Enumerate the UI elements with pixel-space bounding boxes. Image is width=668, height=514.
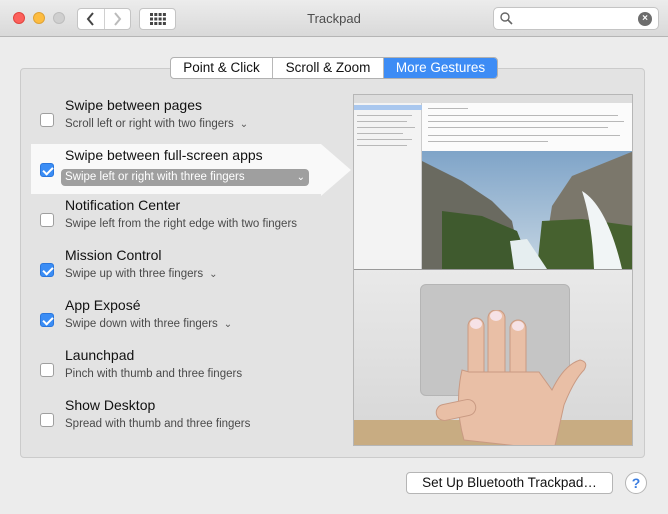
gesture-subtitle: Swipe left or right with three fingers [65, 171, 245, 183]
preview-landscape-image [422, 151, 632, 269]
gesture-title: Show Desktop [65, 397, 156, 413]
gesture-subtitle: Swipe down with three fingers [65, 318, 218, 330]
chevron-down-icon: ⌄ [223, 319, 233, 330]
help-button[interactable]: ? [625, 472, 647, 494]
chevron-down-icon: ⌄ [296, 172, 305, 183]
gesture-title: Mission Control [65, 247, 162, 263]
gesture-option-popup[interactable]: Swipe left or right with three fingers ⌄ [61, 169, 309, 186]
checkbox-swipe-between-pages[interactable] [40, 113, 54, 127]
gesture-title: Notification Center [65, 197, 181, 213]
title-bar: Trackpad × [0, 0, 668, 37]
gesture-subtitle: Spread with thumb and three fingers [65, 418, 251, 430]
gesture-option-popup[interactable]: Swipe up with three fingers ⌄ [65, 268, 217, 280]
clear-icon[interactable]: × [638, 12, 652, 26]
chevron-down-icon: ⌄ [209, 269, 218, 280]
gesture-title: App Exposé [65, 297, 141, 313]
gesture-row-swipe-between-pages[interactable]: Swipe between pages Scroll left or right… [31, 94, 321, 144]
gesture-title: Swipe between pages [65, 97, 202, 113]
setup-bluetooth-trackpad-button[interactable]: Set Up Bluetooth Trackpad… [406, 472, 613, 494]
gesture-title: Swipe between full-screen apps [65, 147, 263, 163]
gesture-row-show-desktop[interactable]: Show Desktop Spread with thumb and three… [31, 394, 321, 444]
checkbox-launchpad[interactable] [40, 363, 54, 377]
preview-trackpad-area [354, 269, 632, 445]
tab-point-and-click[interactable]: Point & Click [171, 58, 272, 78]
tab-scroll-and-zoom[interactable]: Scroll & Zoom [272, 58, 383, 78]
gesture-subtitle: Pinch with thumb and three fingers [65, 368, 243, 380]
gesture-subtitle: Swipe left from the right edge with two … [65, 218, 298, 230]
gesture-option-popup[interactable]: Swipe down with three fingers ⌄ [65, 318, 232, 330]
checkbox-swipe-between-full-screen-apps[interactable] [40, 163, 54, 177]
tab-bar: Point & Click Scroll & Zoom More Gesture… [170, 57, 498, 79]
gesture-row-swipe-between-full-screen-apps[interactable]: Swipe between full-screen apps Swipe lef… [31, 144, 321, 194]
search-icon [500, 12, 513, 25]
hand-icon [435, 310, 587, 445]
search-input[interactable] [518, 10, 630, 27]
tab-more-gestures[interactable]: More Gestures [383, 58, 497, 78]
gesture-subtitle: Swipe up with three fingers [65, 268, 204, 280]
checkbox-show-desktop[interactable] [40, 413, 54, 427]
gesture-row-mission-control[interactable]: Mission Control Swipe up with three fing… [31, 244, 321, 294]
preview-message-list [354, 151, 422, 269]
preview-mail-window [354, 95, 632, 151]
gesture-option-popup[interactable]: Scroll left or right with two fingers ⌄ [65, 118, 248, 130]
chevron-down-icon: ⌄ [239, 119, 249, 130]
selection-pointer [321, 144, 351, 196]
gesture-row-notification-center[interactable]: Notification Center Swipe left from the … [31, 194, 321, 244]
gesture-title: Launchpad [65, 347, 135, 363]
search-field[interactable]: × [493, 7, 659, 30]
checkbox-notification-center[interactable] [40, 213, 54, 227]
gesture-row-app-expose[interactable]: App Exposé Swipe down with three fingers… [31, 294, 321, 344]
checkbox-mission-control[interactable] [40, 263, 54, 277]
checkbox-app-expose[interactable] [40, 313, 54, 327]
gesture-subtitle: Scroll left or right with two fingers [65, 118, 234, 130]
gesture-preview [353, 94, 633, 446]
gesture-row-launchpad[interactable]: Launchpad Pinch with thumb and three fin… [31, 344, 321, 394]
